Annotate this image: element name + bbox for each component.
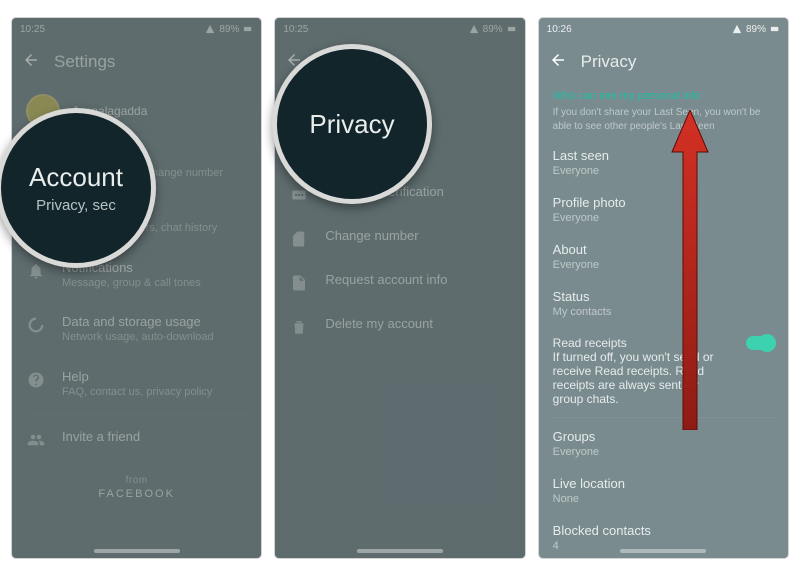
gesture-bar [357,549,443,553]
settings-screen: 10:25 89% Settings Jonnalagadda AccountP… [12,18,261,558]
badge-title: Account [29,162,123,193]
badge-title: Privacy [309,109,394,140]
document-icon [289,272,309,292]
privacy-item-profile-photo[interactable]: Profile photo Everyone [539,186,788,233]
read-receipts-toggle[interactable] [746,336,774,350]
account-item-delete[interactable]: Delete my account [275,304,524,348]
trash-icon [289,316,309,336]
privacy-header: Privacy [539,40,788,84]
privacy-item-groups[interactable]: Groups Everyone [539,420,788,467]
sim-icon [289,228,309,248]
data-usage-icon [26,314,46,334]
settings-header: Settings [12,40,261,84]
status-time: 10:25 [20,24,45,35]
section-heading: Who can see my personal info [553,90,774,102]
privacy-item-last-seen[interactable]: Last seen Everyone [539,139,788,186]
help-icon [26,369,46,389]
privacy-item-live-location[interactable]: Live location None [539,467,788,514]
divider [26,414,247,415]
page-title: Settings [54,52,115,72]
account-item-request-info[interactable]: Request account info [275,260,524,304]
section-personal-info: Who can see my personal info If you don'… [539,84,788,139]
status-time: 10:25 [283,24,308,35]
settings-item-invite[interactable]: Invite a friend [12,417,261,461]
bell-icon [26,260,46,280]
page-title: Privacy [581,52,637,72]
back-arrow-icon[interactable] [22,51,40,74]
section-description: If you don't share your Last Seen, you w… [553,106,774,133]
facebook-brand: FACEBOOK [12,488,261,500]
status-indicators: 89% [469,24,517,35]
people-icon [26,429,46,449]
privacy-item-status[interactable]: Status My contacts [539,280,788,327]
status-indicators: 89% [205,24,253,35]
badge-sub: Privacy, sec [36,197,116,214]
from-label: from FACEBOOK [12,475,261,500]
status-bar: 10:25 89% [275,18,524,40]
privacy-screen: 10:26 89% Privacy Who can see my persona… [539,18,788,558]
privacy-item-read-receipts[interactable]: Read receipts If turned off, you won't s… [539,327,788,415]
callout-badge-privacy: Privacy [272,44,432,204]
status-bar: 10:26 89% [539,18,788,40]
divider [553,417,774,418]
gesture-bar [94,549,180,553]
status-indicators: 89% [732,24,780,35]
account-item-change-number[interactable]: Change number [275,216,524,260]
settings-item-help[interactable]: HelpFAQ, contact us, privacy policy [12,357,261,412]
settings-item-data[interactable]: Data and storage usageNetwork usage, aut… [12,302,261,357]
callout-badge-account: Account Privacy, sec [0,108,156,268]
privacy-item-about[interactable]: About Everyone [539,233,788,280]
status-bar: 10:25 89% [12,18,261,40]
status-time: 10:26 [547,24,572,35]
back-arrow-icon[interactable] [549,51,567,74]
gesture-bar [620,549,706,553]
